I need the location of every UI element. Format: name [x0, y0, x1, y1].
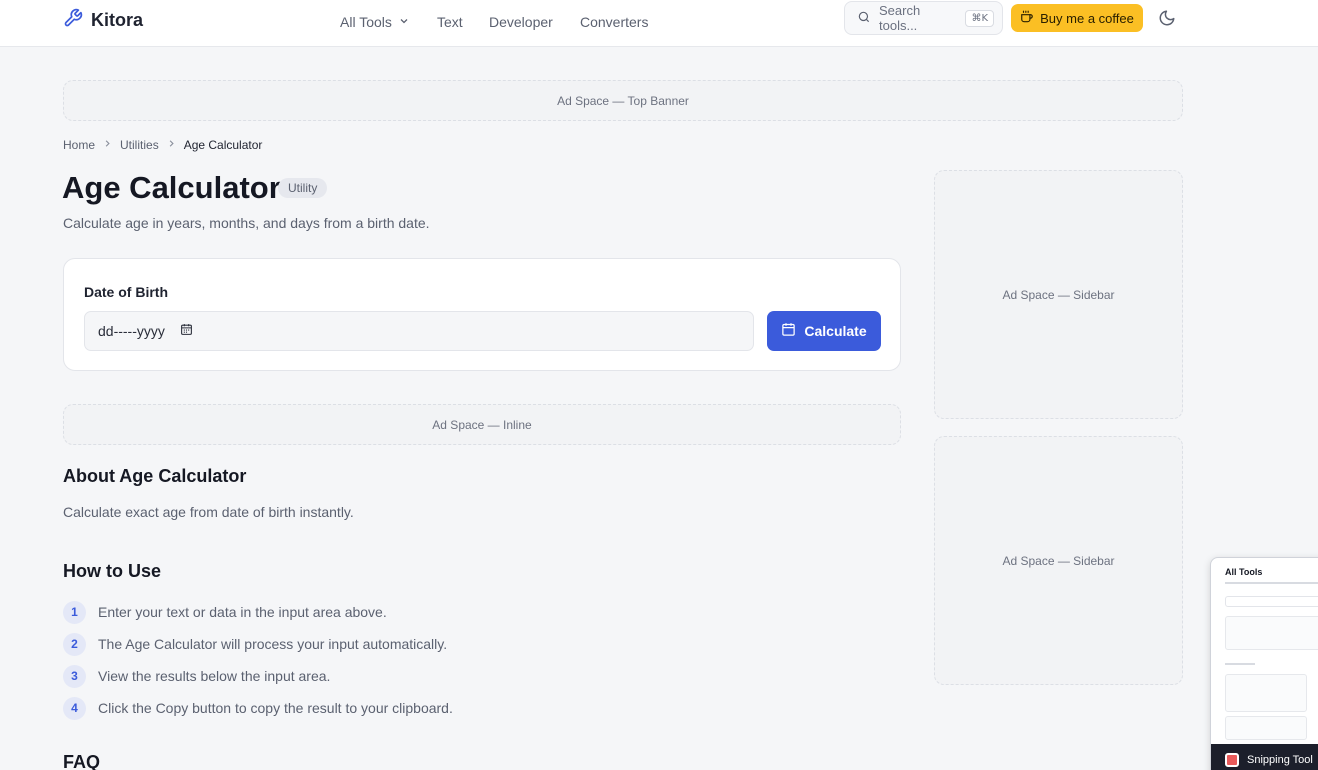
- list-item: 3 View the results below the input area.: [63, 660, 453, 692]
- calendar-icon[interactable]: [180, 323, 193, 339]
- ad-top-banner: Ad Space — Top Banner: [63, 80, 1183, 121]
- ad-inline: Ad Space — Inline: [63, 404, 901, 445]
- buy-coffee-button[interactable]: Buy me a coffee: [1011, 4, 1143, 32]
- search-icon: [857, 10, 871, 27]
- calculate-button[interactable]: Calculate: [767, 311, 881, 351]
- calendar-icon: [781, 322, 796, 340]
- nav-all-tools[interactable]: All Tools: [340, 11, 437, 33]
- step-number: 3: [63, 664, 86, 688]
- preview-line: [1225, 663, 1255, 665]
- nav-label: All Tools: [340, 14, 392, 30]
- nav-label: Developer: [489, 14, 553, 30]
- page-title: Age Calculator: [62, 170, 281, 205]
- preview-box: [1225, 674, 1307, 712]
- snipping-tool-preview[interactable]: All Tools Snipping Tool: [1210, 557, 1318, 770]
- list-item: 1 Enter your text or data in the input a…: [63, 596, 453, 628]
- scissors-icon: [1225, 753, 1239, 767]
- ad-label: Ad Space — Sidebar: [1002, 287, 1115, 302]
- search-input[interactable]: Search tools... ⌘K: [844, 1, 1003, 35]
- breadcrumb-utilities[interactable]: Utilities: [120, 138, 159, 152]
- how-to-steps: 1 Enter your text or data in the input a…: [63, 596, 453, 724]
- about-text: Calculate exact age from date of birth i…: [63, 504, 354, 520]
- breadcrumb-current: Age Calculator: [183, 138, 263, 152]
- nav-label: Converters: [580, 14, 649, 30]
- step-number: 4: [63, 696, 86, 720]
- preview-title: All Tools: [1225, 567, 1263, 577]
- category-badge: Utility: [278, 178, 328, 198]
- preview-box: [1225, 716, 1307, 740]
- moon-icon[interactable]: [1158, 9, 1176, 27]
- chevron-down-icon: [398, 14, 410, 30]
- calculate-label: Calculate: [804, 323, 867, 339]
- ad-label: Ad Space — Inline: [432, 417, 532, 432]
- ad-label: Ad Space — Top Banner: [557, 93, 689, 108]
- step-text: Enter your text or data in the input are…: [98, 604, 387, 620]
- wrench-icon: [63, 8, 83, 33]
- breadcrumb-home[interactable]: Home: [63, 138, 95, 152]
- preview-box: [1225, 616, 1318, 650]
- main-nav: All Tools Text Developer Converters: [340, 11, 648, 33]
- dob-date-input[interactable]: dd-----yyyy: [84, 311, 754, 351]
- nav-text[interactable]: Text: [437, 11, 489, 33]
- dob-label: Date of Birth: [84, 284, 168, 300]
- snipping-tool-taskbar[interactable]: Snipping Tool: [1211, 744, 1318, 770]
- list-item: 2 The Age Calculator will process your i…: [63, 628, 453, 660]
- date-placeholder: dd-----yyyy: [98, 323, 165, 339]
- calculator-card: Date of Birth dd-----yyyy Calculate: [63, 258, 901, 371]
- search-placeholder: Search tools...: [879, 3, 921, 33]
- ad-sidebar-2: Ad Space — Sidebar: [934, 436, 1183, 685]
- step-text: The Age Calculator will process your inp…: [98, 636, 448, 652]
- step-number: 2: [63, 632, 86, 656]
- search-shortcut: ⌘K: [965, 9, 994, 27]
- about-heading: About Age Calculator: [63, 466, 247, 486]
- how-to-heading: How to Use: [63, 561, 162, 581]
- coffee-icon: [1020, 10, 1034, 27]
- breadcrumb: Home Utilities Age Calculator: [63, 138, 262, 152]
- preview-line: [1225, 582, 1318, 584]
- brand-name: Kitora: [91, 10, 144, 30]
- faq-heading: FAQ: [63, 752, 101, 770]
- chevron-right-icon: [166, 138, 177, 152]
- nav-developer[interactable]: Developer: [489, 11, 580, 33]
- buy-coffee-label: Buy me a coffee: [1040, 10, 1134, 26]
- snipping-tool-label: Snipping Tool: [1247, 754, 1313, 766]
- chevron-right-icon: [102, 138, 113, 152]
- ad-label: Ad Space — Sidebar: [1002, 553, 1115, 568]
- brand-logo[interactable]: Kitora: [63, 8, 143, 33]
- step-text: Click the Copy button to copy the result…: [98, 700, 453, 716]
- nav-label: Text: [437, 14, 463, 30]
- preview-search: [1225, 596, 1318, 607]
- ad-sidebar-1: Ad Space — Sidebar: [934, 170, 1183, 419]
- list-item: 4 Click the Copy button to copy the resu…: [63, 692, 453, 724]
- step-number: 1: [63, 600, 86, 624]
- nav-converters[interactable]: Converters: [580, 11, 648, 33]
- page-subtitle: Calculate age in years, months, and days…: [63, 215, 430, 231]
- top-navbar: Kitora All Tools Text Developer Converte…: [0, 0, 1318, 47]
- step-text: View the results below the input area.: [98, 668, 331, 684]
